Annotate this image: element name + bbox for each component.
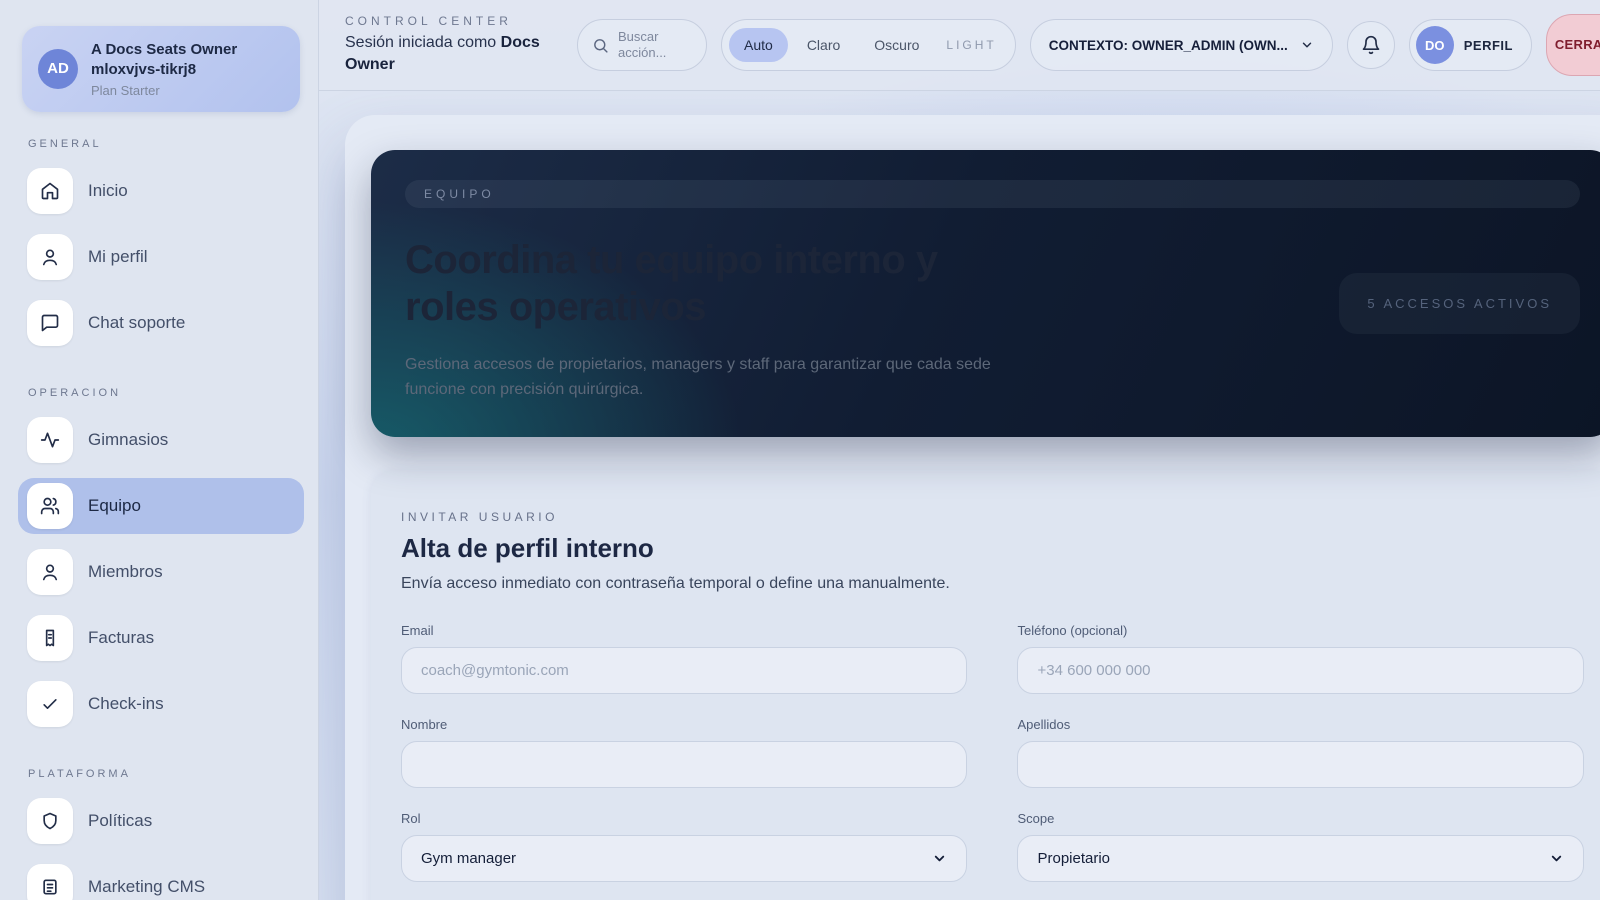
sidebar-item-miembros[interactable]: Miembros [18,544,304,600]
workspace-card[interactable]: AD A Docs Seats Owner mloxvjvs-tikrj8 Pl… [22,26,300,112]
sidebar-item-label: Marketing CMS [88,877,205,897]
profile-button[interactable]: DO PERFIL [1409,19,1532,71]
scope-field-group: Scope Propietario [1017,811,1584,882]
last-name-field[interactable] [1017,741,1584,788]
sidebar-item-equipo[interactable]: Equipo [18,478,304,534]
app-title: CONTROL CENTER [345,14,563,28]
main-column: CONTROL CENTER Sesión iniciada como Docs… [319,0,1600,900]
scope-label: Scope [1017,811,1584,826]
form-description: Envía acceso inmediato con contraseña te… [401,575,1584,593]
theme-auto-button[interactable]: Auto [729,28,788,62]
form-eyebrow: INVITAR USUARIO [401,510,1584,524]
topbar: CONTROL CENTER Sesión iniciada como Docs… [319,0,1600,91]
role-label: Rol [401,811,967,826]
last-name-label: Apellidos [1017,717,1584,732]
phone-field[interactable] [1017,647,1584,694]
sidebar-item-politicas[interactable]: Políticas [18,793,304,849]
logout-button[interactable]: CERRAR SESIÓN [1546,14,1600,76]
chevron-down-icon [932,851,947,866]
bell-icon [1361,35,1381,55]
check-icon [27,681,73,727]
sidebar-item-label: Facturas [88,628,154,648]
users-icon [27,483,73,529]
user-icon [27,234,73,280]
search-input[interactable]: Buscar acción... [577,19,707,71]
invite-form-grid: Email Teléfono (opcional) Nombre Apellid… [401,623,1584,900]
section-label-plataforma: PLATAFORMA [28,768,294,780]
sidebar: AD A Docs Seats Owner mloxvjvs-tikrj8 Pl… [0,0,319,900]
page-title: Coordina tu equipo interno y roles opera… [405,237,1015,331]
workspace-name: A Docs Seats Owner mloxvjvs-tikrj8 [91,40,284,80]
context-select[interactable]: CONTEXTO: OWNER_ADMIN (OWN... [1030,19,1333,71]
scope-select-value: Propietario [1037,850,1110,867]
search-placeholder: Buscar acción... [618,29,690,62]
section-label-operacion: OPERACION [28,387,294,399]
sidebar-item-inicio[interactable]: Inicio [18,163,304,219]
email-field[interactable] [401,647,967,694]
invite-user-card: INVITAR USUARIO Alta de perfil interno E… [371,470,1600,900]
scope-select[interactable]: Propietario [1017,835,1584,882]
home-icon [27,168,73,214]
workspace-plan: Plan Starter [91,83,284,98]
role-select[interactable]: Gym manager [401,835,967,882]
document-icon [27,864,73,900]
content-area: EQUIPO Coordina tu equipo interno y role… [319,91,1600,900]
first-name-label: Nombre [401,717,967,732]
active-access-badge: 5 ACCESOS ACTIVOS [1339,273,1580,334]
notifications-button[interactable] [1347,21,1395,69]
email-field-group: Email [401,623,967,694]
sidebar-item-label: Inicio [88,181,128,201]
sidebar-item-chat-soporte[interactable]: Chat soporte [18,295,304,351]
sidebar-item-label: Mi perfil [88,247,148,267]
sidebar-item-label: Check-ins [88,694,164,714]
role-field-group: Rol Gym manager [401,811,967,882]
sidebar-item-label: Políticas [88,811,152,831]
last-name-field-group: Apellidos [1017,717,1584,788]
chevron-down-icon [1300,38,1314,52]
sidebar-item-marketing-cms[interactable]: Marketing CMS [18,859,304,900]
context-label: CONTEXTO: OWNER_ADMIN (OWN... [1049,38,1288,53]
theme-claro-button[interactable]: Claro [792,28,855,62]
chevron-down-icon [1549,851,1564,866]
sidebar-item-mi-perfil[interactable]: Mi perfil [18,229,304,285]
sidebar-item-label: Gimnasios [88,430,168,450]
sidebar-item-label: Equipo [88,496,141,516]
first-name-field[interactable] [401,741,967,788]
sidebar-item-facturas[interactable]: Facturas [18,610,304,666]
form-title: Alta de perfil interno [401,533,1584,564]
role-select-value: Gym manager [421,850,516,867]
profile-label: PERFIL [1464,38,1513,53]
session-text: Sesión iniciada como Docs Owner [345,32,563,75]
sidebar-item-label: Miembros [88,562,163,582]
phone-field-group: Teléfono (opcional) [1017,623,1584,694]
search-icon [592,37,609,54]
email-label: Email [401,623,967,638]
sidebar-item-gimnasios[interactable]: Gimnasios [18,412,304,468]
theme-mode-label: LIGHT [938,38,998,52]
theme-oscuro-button[interactable]: Oscuro [859,28,934,62]
theme-switcher: Auto Claro Oscuro LIGHT [721,19,1016,71]
first-name-field-group: Nombre [401,717,967,788]
page-card: EQUIPO Coordina tu equipo interno y role… [345,115,1600,900]
profile-avatar: DO [1416,26,1454,64]
chat-icon [27,300,73,346]
activity-icon [27,417,73,463]
page-description: Gestiona accesos de propietarios, manage… [405,353,1000,403]
sidebar-item-check-ins[interactable]: Check-ins [18,676,304,732]
shield-icon [27,798,73,844]
user-icon [27,549,73,595]
sidebar-item-label: Chat soporte [88,313,185,333]
hero-tag: EQUIPO [405,180,1580,208]
workspace-avatar: AD [38,49,78,89]
phone-label: Teléfono (opcional) [1017,623,1584,638]
receipt-icon [27,615,73,661]
hero-banner: EQUIPO Coordina tu equipo interno y role… [371,150,1600,437]
section-label-general: GENERAL [28,138,294,150]
